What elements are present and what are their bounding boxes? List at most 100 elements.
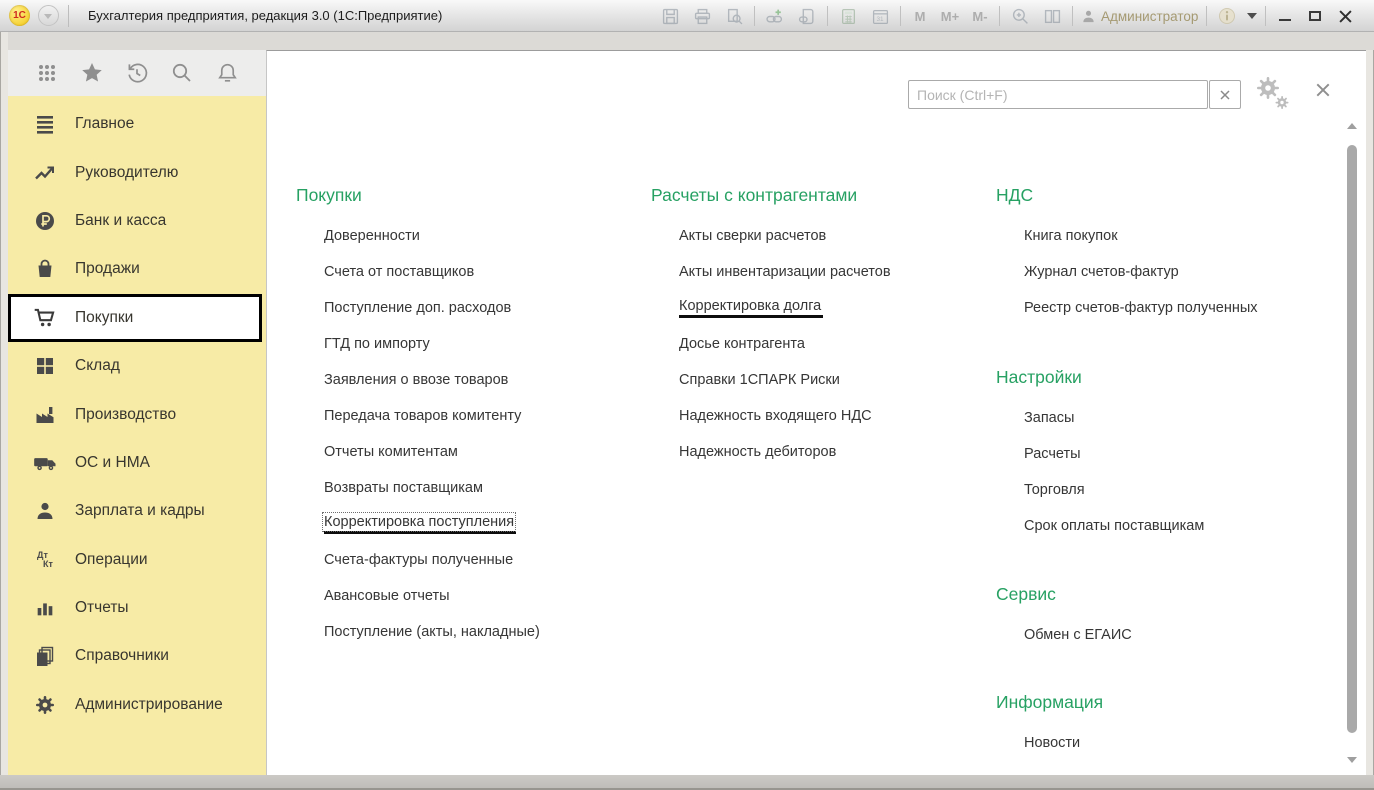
close-button[interactable] (1334, 4, 1356, 28)
minimize-icon (1279, 18, 1292, 22)
menu-link[interactable]: Счета-фактуры полученные (324, 552, 513, 568)
sidebar-item-label: Зарплата и кадры (75, 502, 205, 520)
menu-link[interactable]: Расчеты (1024, 446, 1081, 462)
sections-menu-button[interactable] (34, 60, 60, 86)
memory-minus-button[interactable]: M- (969, 9, 991, 24)
menu-link[interactable]: Передача товаров комитенту (324, 408, 521, 424)
scroll-down-icon[interactable] (1347, 757, 1357, 763)
menu-link[interactable]: Доверенности (324, 228, 420, 244)
menu-item: Отчеты комитентам (296, 434, 636, 470)
notifications-button[interactable] (214, 60, 240, 86)
warehouse-icon (32, 353, 58, 379)
menu-item: Запасы (996, 400, 1336, 436)
print-preview-icon (727, 8, 742, 24)
menu-link[interactable]: Реестр счетов-фактур полученных (1024, 300, 1258, 316)
menu-link-focused[interactable]: Корректировка поступления (321, 512, 517, 534)
sidebar-item-spravochniki[interactable]: Справочники (8, 632, 266, 680)
menu-link[interactable]: Надежность входящего НДС (679, 408, 872, 424)
menu-link[interactable]: Поступление доп. расходов (324, 300, 511, 316)
menu-item: Справки 1СПАРК Риски (651, 362, 991, 398)
search-button[interactable] (169, 60, 195, 86)
menu-link[interactable]: ГТД по импорту (324, 336, 430, 352)
scroll-up-icon[interactable] (1347, 123, 1357, 129)
menu-link[interactable]: Поступление (акты, накладные) (324, 624, 540, 640)
zoom-button[interactable] (1008, 4, 1032, 28)
menu-item: Надежность дебиторов (651, 434, 991, 470)
sidebar-item-bank-i-kassa[interactable]: Банк и касса (8, 197, 266, 245)
save-button[interactable] (658, 4, 682, 28)
calculator-button[interactable] (836, 4, 860, 28)
scrollbar-thumb[interactable] (1347, 145, 1357, 733)
menu-item: Поступление (акты, накладные) (296, 614, 636, 650)
grid-dots-icon (39, 65, 55, 81)
dtkt-icon: Дт Кт (32, 547, 58, 573)
search-input[interactable] (908, 80, 1208, 109)
menu-link[interactable]: Досье контрагента (679, 336, 805, 352)
toolbar-strip (0, 32, 1374, 50)
menu-link[interactable]: Новости (1024, 735, 1080, 751)
menu-link[interactable]: Акты инвентаризации расчетов (679, 264, 891, 280)
panel-settings-button[interactable] (1253, 76, 1293, 112)
menu-link[interactable]: Авансовые отчеты (324, 588, 450, 604)
1c-logo-icon: 1С (9, 5, 30, 26)
history-button[interactable] (124, 60, 150, 86)
sidebar-item-os-i-nma[interactable]: ОС и НМА (8, 439, 266, 487)
maximize-button[interactable] (1304, 4, 1326, 28)
print-preview-button[interactable] (722, 4, 746, 28)
menu-link[interactable]: Справки 1СПАРК Риски (679, 372, 840, 388)
sidebar-item-pokupki[interactable]: Покупки (8, 293, 262, 342)
sidebar-item-otchety[interactable]: Отчеты (8, 584, 266, 632)
sections-sidebar: Главное Руководителю Банк и касса Продаж… (8, 96, 266, 775)
dtkt-bottom-label: Кт (43, 558, 53, 569)
menu-link[interactable]: Заявления о ввозе товаров (324, 372, 508, 388)
calendar-button[interactable]: 31 (868, 4, 892, 28)
sidebar-item-prodazhi[interactable]: Продажи (8, 245, 266, 293)
menu-link[interactable]: Акты сверки расчетов (679, 228, 826, 244)
split-view-button[interactable] (1040, 4, 1064, 28)
sidebar-item-glavnoe[interactable]: Главное (8, 100, 266, 148)
sidebar-item-operacii[interactable]: Дт Кт Операции (8, 536, 266, 584)
menu-link[interactable]: Обмен с ЕГАИС (1024, 627, 1132, 643)
print-button[interactable] (690, 4, 714, 28)
window-frame-left (0, 32, 8, 775)
memory-recall-button[interactable]: M (909, 9, 931, 24)
sidebar-item-zarplata-i-kadry[interactable]: Зарплата и кадры (8, 487, 266, 535)
menu-link-underlined[interactable]: Корректировка долга (679, 298, 824, 318)
minimize-button[interactable] (1274, 4, 1296, 28)
menu-link[interactable]: Торговля (1024, 482, 1085, 498)
menu-lines-icon (32, 111, 58, 137)
menu-item: Обмен с ЕГАИС (996, 617, 1336, 653)
menu-link[interactable]: Надежность дебиторов (679, 444, 836, 460)
menu-item: Досье контрагента (651, 326, 991, 362)
chevron-down-icon[interactable] (1247, 13, 1258, 19)
sidebar-item-administrirovanie[interactable]: Администрирование (8, 681, 266, 729)
divider (754, 6, 755, 26)
memory-plus-button[interactable]: M+ (939, 9, 961, 24)
vertical-scrollbar[interactable] (1345, 117, 1359, 765)
app-window: 1С Бухгалтерия предприятия, редакция 3.0… (0, 0, 1374, 790)
user-menu[interactable]: Администратор (1081, 9, 1198, 24)
menu-link[interactable]: Журнал счетов-фактур (1024, 264, 1179, 280)
add-link-button[interactable] (763, 4, 787, 28)
menu-link[interactable]: Счета от поставщиков (324, 264, 474, 280)
menu-item: Книга покупок (996, 218, 1336, 254)
favorites-button[interactable] (79, 60, 105, 86)
search-clear-button[interactable] (1209, 80, 1241, 109)
system-menu-button[interactable] (38, 5, 59, 26)
sidebar-item-proizvodstvo[interactable]: Производство (8, 390, 266, 438)
chevron-down-icon (44, 14, 52, 19)
panel-close-button[interactable] (1315, 82, 1335, 102)
sidebar-item-rukovoditelyu[interactable]: Руководителю (8, 148, 266, 196)
titlebar-toolbar: 31 M M+ M- Администратор (658, 0, 1356, 32)
menu-link[interactable]: Возвраты поставщикам (324, 480, 483, 496)
menu-link[interactable]: Книга покупок (1024, 228, 1118, 244)
menu-link[interactable]: Запасы (1024, 410, 1074, 426)
menu-link[interactable]: Отчеты комитентам (324, 444, 458, 460)
sidebar-item-sklad[interactable]: Склад (8, 342, 266, 390)
info-button[interactable] (1215, 4, 1239, 28)
menu-link[interactable]: Срок оплаты поставщикам (1024, 518, 1204, 534)
link-document-button[interactable] (795, 4, 819, 28)
group-header-settings: Настройки (996, 367, 1082, 387)
link-document-icon (798, 8, 814, 24)
sidebar-item-label: Справочники (75, 647, 169, 665)
